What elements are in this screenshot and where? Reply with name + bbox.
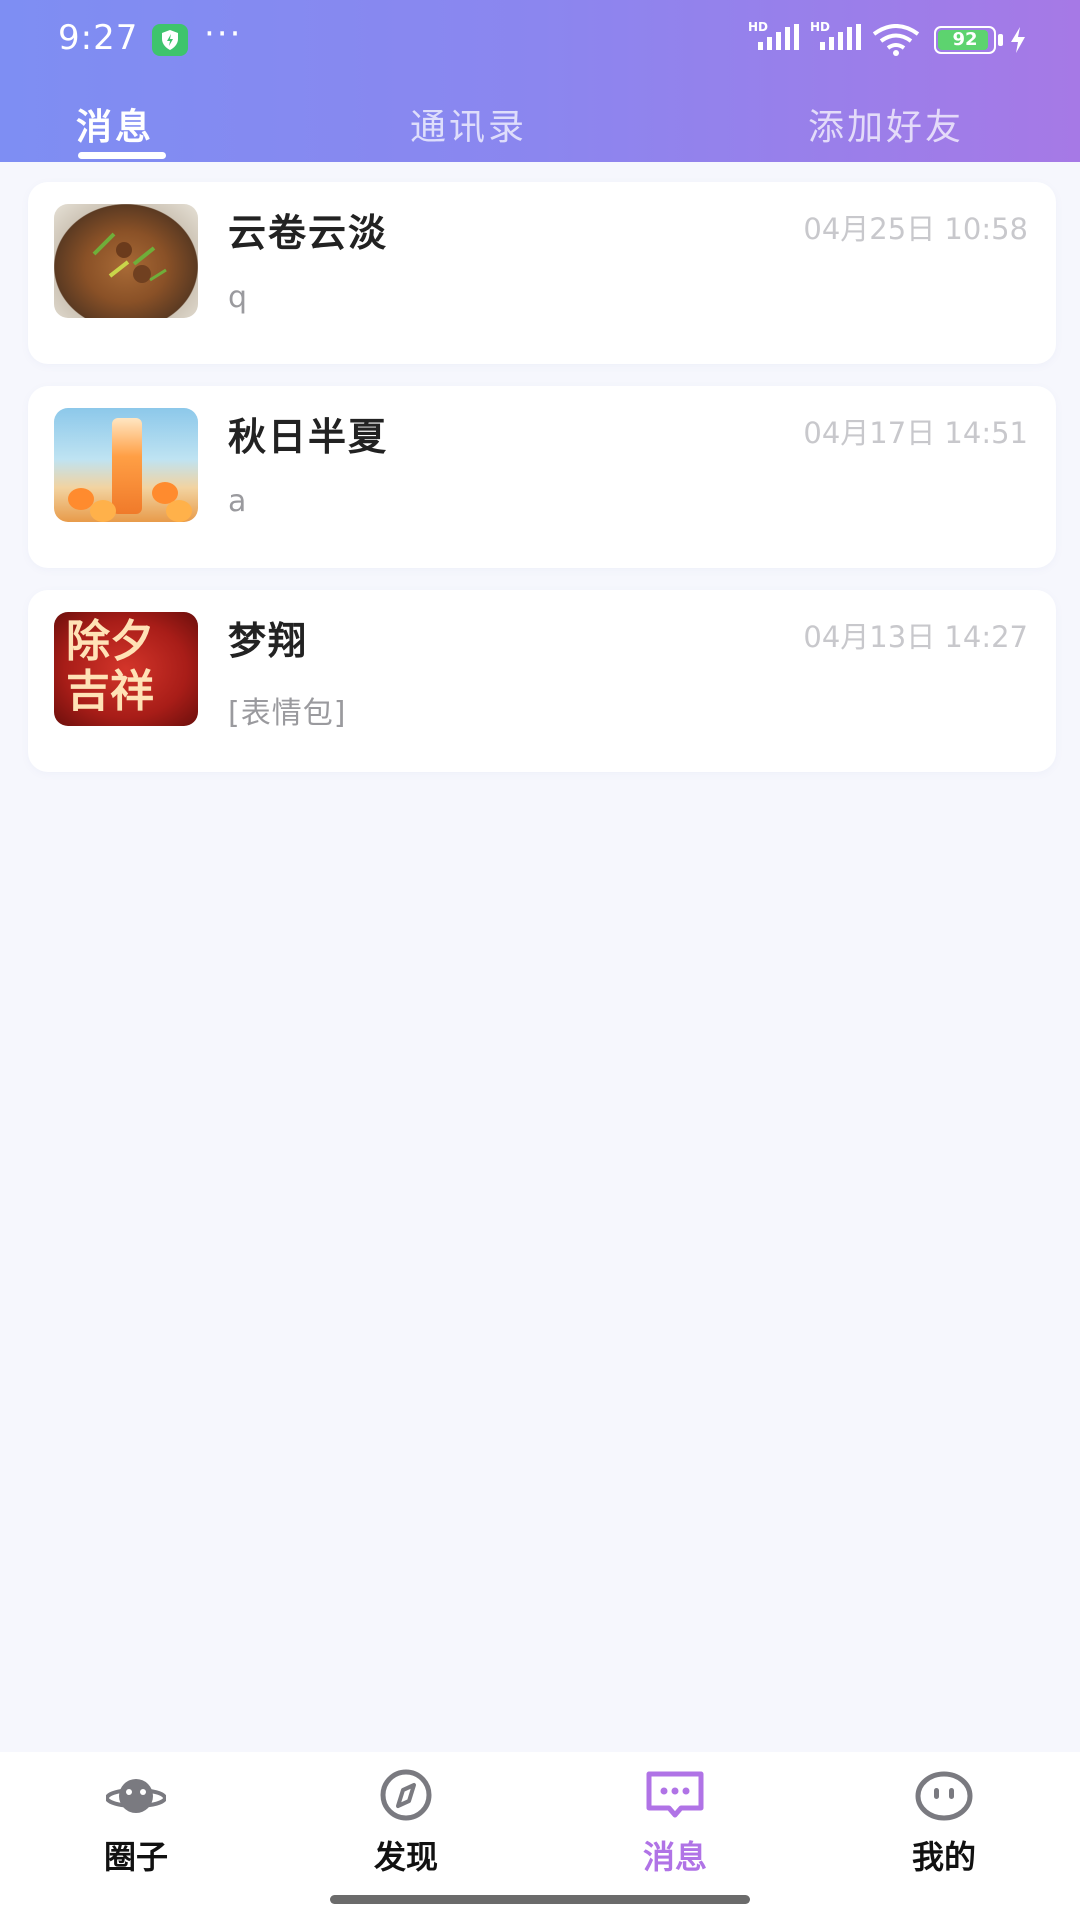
home-indicator[interactable]: [330, 1895, 750, 1904]
message-time: 04月13日 14:27: [803, 620, 1028, 654]
contact-name: 梦翔: [228, 619, 309, 663]
tab-add-friend[interactable]: 添加好友: [808, 98, 964, 150]
compass-icon: [376, 1768, 436, 1822]
charging-icon: [1008, 26, 1028, 58]
battery-level: 92: [952, 29, 978, 50]
nav-label: 圈子: [103, 1838, 168, 1876]
nav-discover[interactable]: 发现: [336, 1752, 476, 1902]
chat-list: 云卷云淡 04月25日 10:58 q 秋日半夏 04月17日 14:51 a …: [28, 182, 1056, 794]
contact-name: 秋日半夏: [228, 415, 389, 459]
nav-label: 消息: [642, 1838, 707, 1876]
top-tabs: 消息 通讯录 添加好友: [0, 92, 1080, 162]
message-time: 04月17日 14:51: [803, 416, 1028, 450]
message-preview: [表情包]: [228, 696, 347, 731]
status-time: 9:27: [58, 18, 139, 58]
avatar: 除夕 吉祥: [54, 612, 198, 726]
app-header: 9:27 ··· HD HD 92 消息 通讯录 添加好友: [0, 0, 1080, 162]
message-time: 04月25日 10:58: [803, 212, 1028, 246]
nav-circle[interactable]: 圈子: [66, 1752, 206, 1902]
nav-mine[interactable]: 我的: [874, 1752, 1014, 1902]
hd-signal-icon: HD: [748, 20, 800, 56]
tab-contacts[interactable]: 通讯录: [410, 98, 527, 150]
nav-label: 我的: [911, 1838, 976, 1876]
chat-item[interactable]: 秋日半夏 04月17日 14:51 a: [28, 386, 1056, 568]
chat-item[interactable]: 云卷云淡 04月25日 10:58 q: [28, 182, 1056, 364]
tab-messages[interactable]: 消息: [76, 98, 154, 150]
planet-icon: [105, 1768, 167, 1822]
avatar: [54, 408, 198, 522]
nav-label: 发现: [373, 1838, 438, 1876]
battery-icon: 92: [934, 26, 996, 54]
status-bar: 9:27 ··· HD HD 92: [0, 0, 1080, 80]
hd-signal-icon: HD: [810, 20, 862, 56]
more-dots-icon: ···: [204, 14, 243, 54]
message-icon: [645, 1768, 705, 1822]
message-preview: q: [228, 280, 249, 315]
face-icon: [914, 1768, 974, 1822]
contact-name: 云卷云淡: [228, 211, 389, 255]
wifi-icon: [872, 24, 920, 60]
message-preview: a: [228, 484, 248, 519]
active-tab-indicator: [78, 152, 166, 159]
nav-messages[interactable]: 消息: [605, 1752, 745, 1902]
chat-item[interactable]: 除夕 吉祥 梦翔 04月13日 14:27 [表情包]: [28, 590, 1056, 772]
shield-icon: [152, 24, 188, 56]
avatar: [54, 204, 198, 318]
